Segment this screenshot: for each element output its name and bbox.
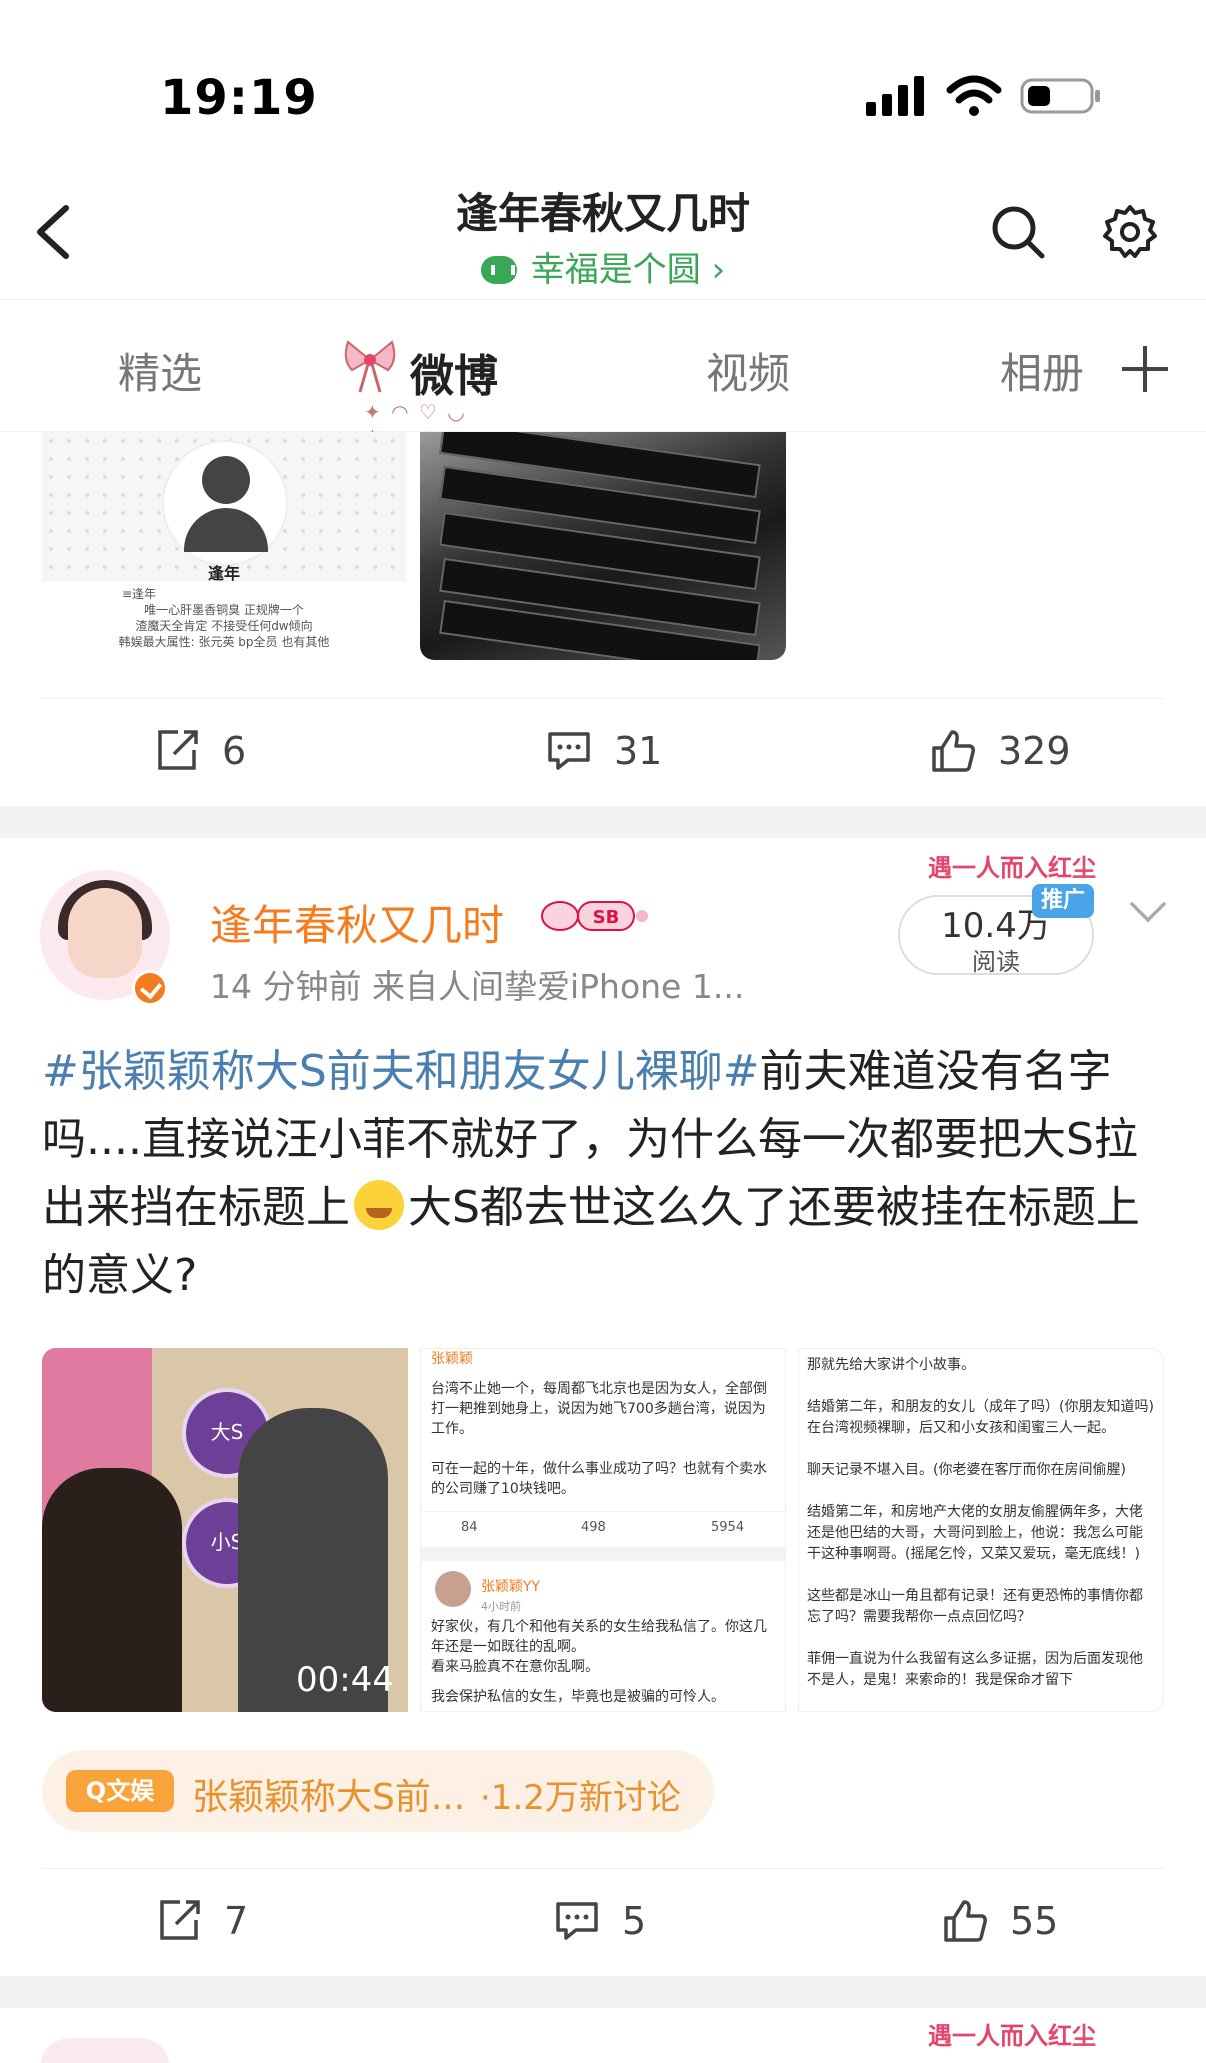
video-thumbnail[interactable]: 大S 小S 00:44	[42, 1348, 408, 1712]
screenshot-stats: 84 498 5954	[421, 1511, 785, 1539]
comment-button[interactable]: 31	[546, 726, 662, 776]
comment-count: 31	[614, 729, 663, 773]
screenshot-text: 结婚第二年，和房地产大佬的女朋友偷腥俩年多，大佬还是他巴结的大哥，大哥问到脸上，…	[807, 1504, 1143, 1562]
screenshot-text: 看来马脸真不在意你乱啊。	[431, 1659, 599, 1675]
post-text: #张颖颖称大S前夫和朋友女儿裸聊#前夫难道没有名字吗....直接说汪小菲不就好了…	[42, 1038, 1172, 1310]
card-name: 逢年	[207, 564, 240, 583]
comment-icon	[548, 732, 590, 770]
screenshot-image[interactable]: 张颖颖 台湾不止她一个，每周都飞北京也是因为女人，全部倒打一耙推到她身上，说因为…	[420, 1348, 786, 1712]
screenshot-text: 菲佣一直说为什么我留有这么多证据，因为后面发现他不是人，是鬼！来索命的！我是保命…	[807, 1651, 1143, 1688]
avatar-face	[68, 888, 142, 978]
thumbs-up-icon	[944, 1900, 987, 1942]
battery-icon	[1020, 78, 1100, 114]
sb-badge-icon: SB	[541, 901, 648, 931]
comment-button[interactable]: 5	[554, 1896, 646, 1946]
repost-icon	[158, 730, 198, 770]
post1-image-profile-card[interactable]: 逢年 ≡逢年 唯一心肝墨香铜臭 正规牌一个 渣魔天全肯定 不接受任何dw倾向 韩…	[42, 432, 406, 660]
screenshot-time: 4小时前	[481, 1600, 521, 1613]
tab-video[interactable]: 视频	[706, 340, 790, 401]
profile-header: 逢年春秋又几时 幸福是个圆 ›	[0, 160, 1206, 300]
grin-emoji-icon	[354, 1180, 404, 1230]
tab-weibo[interactable]: 微博	[410, 340, 498, 404]
hashtag-link[interactable]: #张颖颖称大S前夫和朋友女儿裸聊#	[42, 1046, 760, 1097]
like-count: 55	[1010, 1899, 1059, 1943]
screenshot-text: 可在一起的十年，做什么事业成功了吗？也就有个卖水的公司赚了10块钱吧。	[431, 1461, 767, 1497]
screenshot-text: 结婚第二年，和朋友的女儿（成年了吗）(你朋友知道吗) 在台湾视频裸聊，后又和小女…	[807, 1399, 1154, 1436]
cellular-signal-icon	[866, 76, 924, 116]
status-time: 19:19	[160, 70, 318, 126]
post1-action-bar: 6 31 329	[0, 706, 1206, 796]
screenshot-stat: 84	[461, 1520, 478, 1535]
tab-album[interactable]: 相册	[1000, 340, 1084, 401]
subtitle-text: 幸福是个圆 ›	[530, 250, 726, 290]
like-button[interactable]: 329	[930, 726, 1071, 776]
svg-text:SB: SB	[593, 907, 620, 928]
screenshot-stat: 5954	[711, 1520, 745, 1535]
screenshot-image[interactable]: 那就先给大家讲个小故事。 结婚第二年，和朋友的女儿（成年了吗）(你朋友知道吗) …	[798, 1348, 1164, 1712]
default-avatar-icon	[162, 440, 288, 566]
screenshot-stat: 498	[581, 1520, 606, 1535]
profile-tabs: 精选 微博 ✦ ◠ ♡ ◡ ✦ 视频 相册	[0, 300, 1206, 448]
screenshot-separator	[421, 1547, 785, 1561]
thumbs-up-icon	[932, 730, 975, 772]
screenshot-text: 台湾不止她一个，每周都飞北京也是因为女人，全部倒打一耙推到她身上，说因为她飞70…	[431, 1381, 767, 1437]
screenshot-author: 张颖颖	[431, 1351, 473, 1367]
repost-button[interactable]: 6	[154, 726, 246, 776]
screenshot-text: 好家伙，有几个和他有关系的女生给我私信了。你这几年还是一如既往的乱啊。	[431, 1619, 767, 1655]
tab-underline-decoration: ✦ ◠ ♡ ◡ ✦	[364, 400, 467, 448]
wifi-icon	[946, 75, 1002, 116]
post-separator	[0, 1976, 1206, 2008]
post-meta: 14 分钟前 来自人间挚爱iPhone 1...	[210, 967, 745, 1006]
chevron-down-icon[interactable]	[1128, 898, 1168, 928]
search-icon[interactable]	[990, 204, 1046, 260]
read-label: 阅读	[972, 948, 1020, 976]
plus-icon[interactable]	[1120, 344, 1170, 394]
divider	[42, 698, 1164, 699]
card-text: ≡逢年 唯一心肝墨香铜臭 正规牌一个 渣魔天全肯定 不接受任何dw倾向 韩娱最大…	[42, 582, 406, 660]
topic-tag: Q文娱	[66, 1770, 174, 1812]
card-line: 唯一心肝墨香铜臭 正规牌一个	[144, 603, 304, 617]
repost-count: 6	[222, 729, 247, 773]
repost-icon	[160, 1900, 200, 1940]
like-button[interactable]: 55	[942, 1896, 1058, 1946]
post-author-name[interactable]: 逢年春秋又几时	[210, 892, 504, 953]
gear-icon[interactable]	[1102, 204, 1158, 260]
chat-bubble-icon	[480, 256, 517, 284]
repost-count: 7	[224, 1899, 249, 1943]
screenshot-author: 张颖颖YY	[481, 1579, 541, 1595]
screenshot-text: 我会保护私信的女生，毕竟也是被骗的可怜人。	[431, 1689, 725, 1705]
video-duration: 00:44	[296, 1660, 394, 1700]
topic-count: ·1.2万新讨论	[480, 1778, 681, 1818]
repost-button[interactable]: 7	[156, 1896, 248, 1946]
post2-action-bar: 7 5 55	[0, 1876, 1206, 1966]
post1-image-packages[interactable]	[420, 432, 786, 660]
card-line: 渣魔天全肯定 不接受任何dw倾向	[135, 619, 313, 633]
like-count: 329	[998, 729, 1071, 773]
bow-icon	[344, 340, 396, 393]
verified-badge-icon	[132, 970, 168, 1006]
post-separator	[0, 806, 1206, 838]
screenshot-text: 聊天记录不堪入目。(你老婆在客厅而你在房间偷腥)	[807, 1462, 1126, 1478]
topic-pill[interactable]: Q文娱 张颖颖称大S前... ·1.2万新讨论	[42, 1750, 714, 1832]
promo-banner: 遇一人而入红尘	[928, 2022, 1096, 2050]
promoted-badge: 推广	[1032, 884, 1094, 918]
comment-count: 5	[622, 1899, 647, 1943]
screenshot-text: 这些都是冰山一角且都有记录！还有更恐怖的事情你都忘了吗？需要我帮你一点点回忆吗？	[807, 1588, 1143, 1625]
card-line: 韩娱最大属性: 张元英 bp全员 也有其他	[118, 635, 330, 649]
screenshot-text: 那就先给大家讲个小故事。	[807, 1357, 975, 1373]
comment-icon	[556, 1902, 598, 1940]
avatar[interactable]	[40, 2038, 170, 2063]
screenshot-avatar	[435, 1571, 471, 1607]
tab-featured[interactable]: 精选	[118, 340, 202, 401]
divider	[42, 1868, 1164, 1869]
person-figure	[42, 1468, 182, 1712]
topic-title: 张颖颖称大S前...	[192, 1777, 466, 1818]
card-line: ≡逢年	[122, 587, 157, 601]
